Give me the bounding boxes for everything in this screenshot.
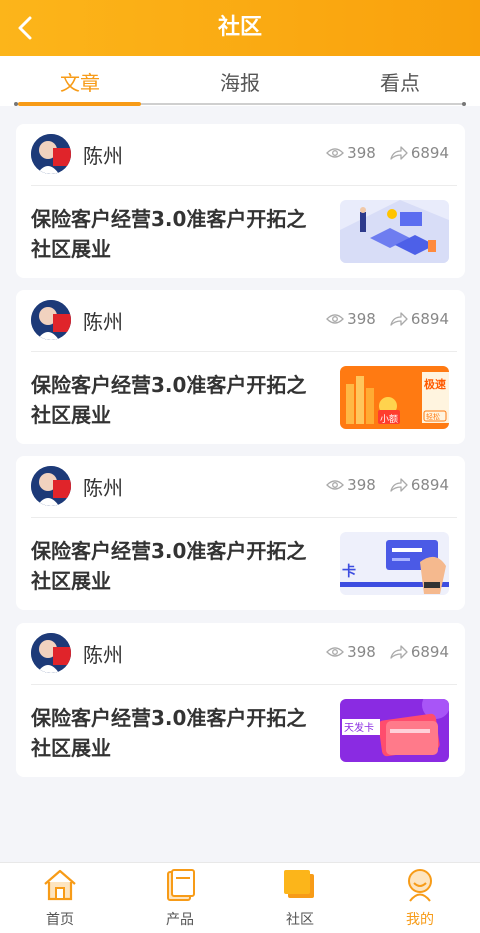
article-title[interactable]: 保险客户经营3.0准客户开拓之社区展业 <box>31 703 321 763</box>
view-count: 398 <box>347 643 376 661</box>
eye-icon <box>326 480 345 490</box>
article-card[interactable]: 陈州 398 6894 保险客户经营3.0准客户开拓之社区展业 <box>16 124 465 278</box>
card-divider <box>31 684 457 685</box>
nav-community[interactable]: 社区 <box>240 863 360 933</box>
nav-profile[interactable]: 我的 <box>360 863 480 933</box>
share-icon <box>390 478 408 492</box>
profile-icon <box>408 869 432 902</box>
product-icon <box>167 869 195 901</box>
author-name: 陈州 <box>83 476 123 500</box>
active-tab-indicator <box>18 102 141 106</box>
home-icon <box>44 869 76 901</box>
eye-icon <box>326 314 345 324</box>
nav-label: 产品 <box>166 912 194 928</box>
article-thumbnail[interactable] <box>340 200 449 263</box>
header-bar: 社区 <box>0 0 480 56</box>
article-stats: 398 6894 <box>326 310 449 328</box>
tab-bar: 文章 海报 看点 <box>0 56 480 106</box>
article-stats: 398 6894 <box>326 144 449 162</box>
share-icon <box>390 146 408 160</box>
article-card[interactable]: 陈州 398 6894 保险客户经营3.0准客户开拓之社区展业 小额 极速轻松 <box>16 290 465 444</box>
author-name: 陈州 <box>83 310 123 334</box>
thumb-text: 天发卡 <box>344 721 374 734</box>
view-count: 398 <box>347 476 376 494</box>
bottom-nav: 首页 产品 社区 我的 <box>0 862 480 933</box>
tab-highlights[interactable]: 看点 <box>330 56 470 106</box>
view-count: 398 <box>347 310 376 328</box>
tab-articles[interactable]: 文章 <box>10 56 150 106</box>
author-name: 陈州 <box>83 643 123 667</box>
nav-product[interactable]: 产品 <box>120 863 240 933</box>
article-title[interactable]: 保险客户经营3.0准客户开拓之社区展业 <box>31 370 321 430</box>
author-name: 陈州 <box>83 144 123 168</box>
article-card[interactable]: 陈州 398 6894 保险客户经营3.0准客户开拓之社区展业 天发卡 <box>16 623 465 777</box>
nav-label: 首页 <box>46 912 74 928</box>
share-icon <box>390 312 408 326</box>
avatar <box>31 466 71 506</box>
article-stats: 398 6894 <box>326 476 449 494</box>
article-thumbnail[interactable]: 天发卡 <box>340 699 449 762</box>
share-count: 6894 <box>410 643 449 661</box>
eye-icon <box>326 647 345 657</box>
thumb-text: 轻松 <box>426 412 440 421</box>
card-divider <box>31 185 457 186</box>
eye-icon <box>326 148 345 158</box>
card-divider <box>31 351 457 352</box>
article-card[interactable]: 陈州 398 6894 保险客户经营3.0准客户开拓之社区展业 卡 <box>16 456 465 610</box>
thumb-text: 小额 <box>380 413 398 425</box>
article-title[interactable]: 保险客户经营3.0准客户开拓之社区展业 <box>31 204 321 264</box>
avatar <box>31 633 71 673</box>
nav-label: 社区 <box>286 912 314 928</box>
article-stats: 398 6894 <box>326 643 449 661</box>
community-icon <box>284 870 314 898</box>
share-count: 6894 <box>410 144 449 162</box>
article-thumbnail[interactable]: 卡 <box>340 532 449 595</box>
thumb-text: 卡 <box>342 563 356 580</box>
article-thumbnail[interactable]: 小额 极速轻松 <box>340 366 449 429</box>
avatar <box>31 300 71 340</box>
nav-label: 我的 <box>406 912 434 928</box>
nav-home[interactable]: 首页 <box>0 863 120 933</box>
view-count: 398 <box>347 144 376 162</box>
thumb-text: 极速 <box>424 377 446 391</box>
card-divider <box>31 517 457 518</box>
avatar <box>31 134 71 174</box>
share-icon <box>390 645 408 659</box>
tab-posters[interactable]: 海报 <box>170 56 310 106</box>
page-title: 社区 <box>217 15 262 40</box>
share-count: 6894 <box>410 476 449 494</box>
share-count: 6894 <box>410 310 449 328</box>
article-title[interactable]: 保险客户经营3.0准客户开拓之社区展业 <box>31 536 321 596</box>
